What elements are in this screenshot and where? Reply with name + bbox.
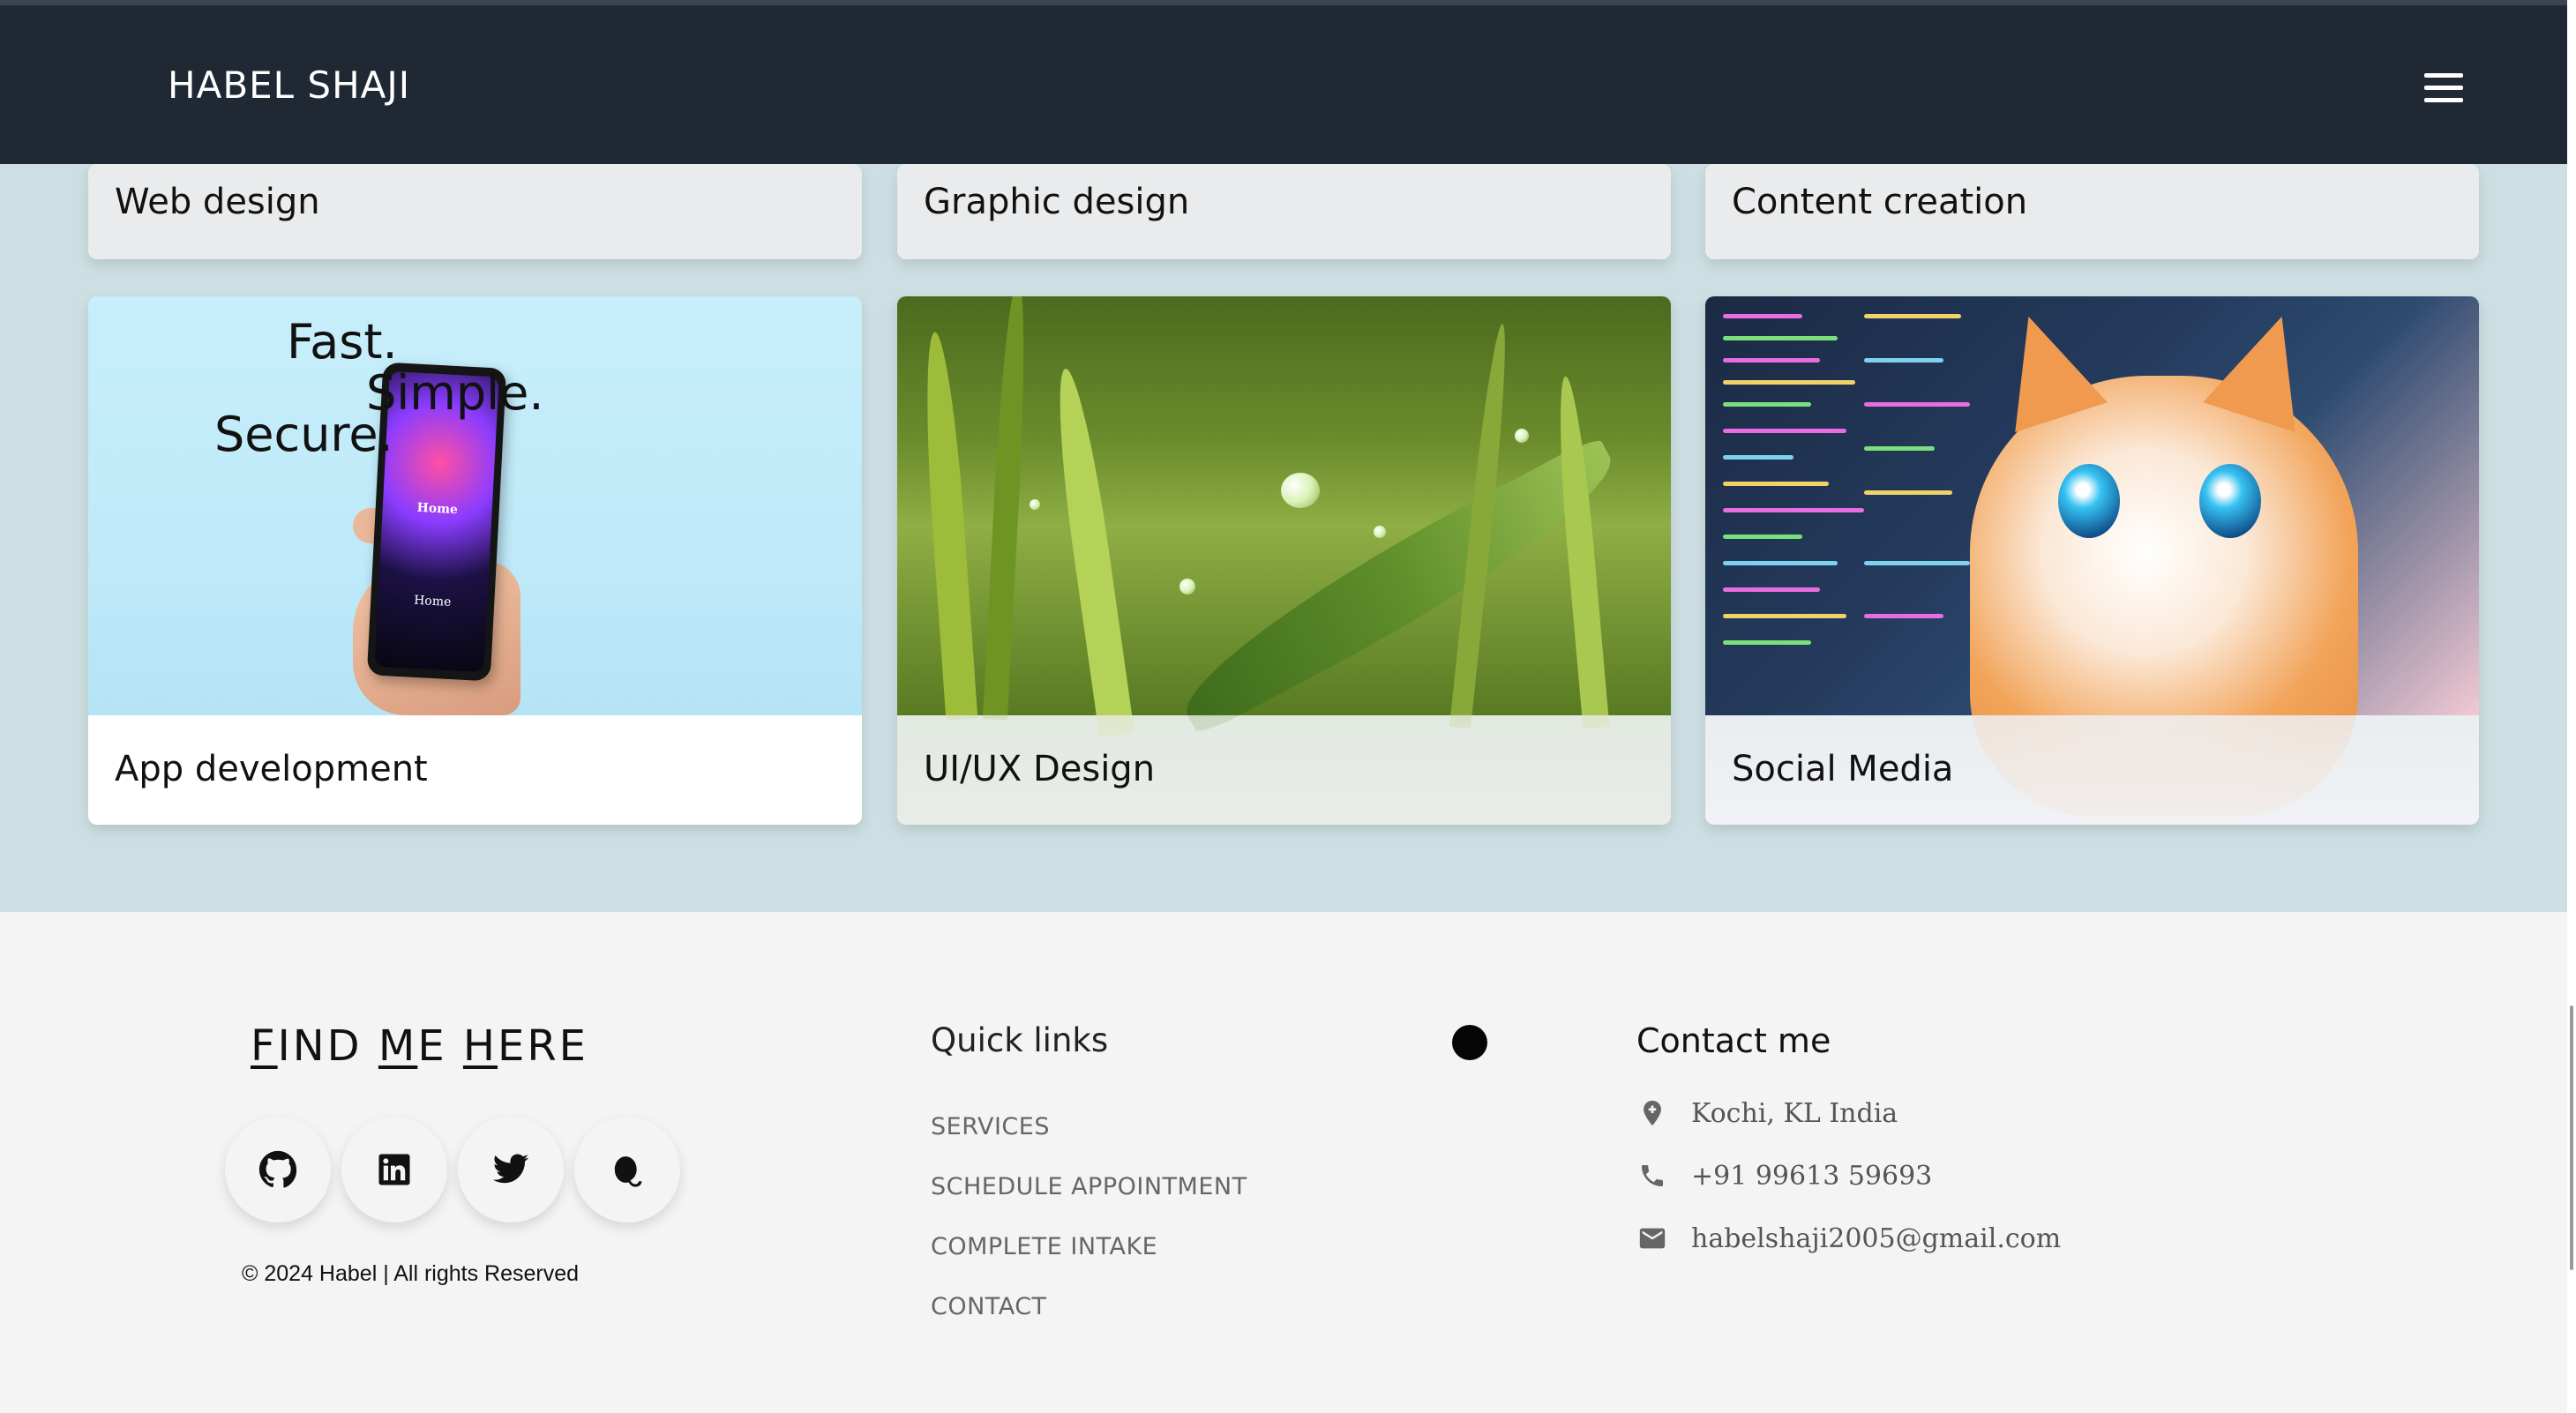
title-letter: M [378, 1021, 418, 1071]
code-line [1723, 314, 1802, 318]
slogan-secure: Secure. [214, 407, 393, 462]
grass-dew-image [897, 296, 1671, 738]
quick-link-schedule-appointment[interactable]: SCHEDULE APPOINTMENT [931, 1173, 1247, 1200]
quora-icon [614, 1156, 642, 1187]
quick-link-services[interactable]: SERVICES [931, 1113, 1050, 1140]
service-card-label: Graphic design [924, 182, 1190, 222]
contact-location-text: Kochi, KL India [1691, 1097, 1898, 1129]
code-line [1864, 614, 1943, 618]
title-part: ERE [498, 1021, 589, 1071]
brand-logo[interactable]: HABEL SHAJI [168, 64, 410, 107]
service-card-app-development[interactable]: Fast. Home Home Simple. Secure. App deve… [88, 296, 862, 825]
code-line [1864, 561, 1970, 565]
code-line [1864, 402, 1970, 407]
phone-screen-subtitle: Home [413, 593, 452, 609]
hamburger-bar [2424, 98, 2463, 102]
kitten-coding-image [1705, 296, 2479, 817]
twitter-icon [492, 1154, 529, 1184]
code-line [1864, 446, 1935, 451]
dew-drop [1281, 473, 1320, 508]
title-part: E [417, 1021, 463, 1071]
service-card-label: Content creation [1732, 182, 2028, 222]
service-card-label: Social Media [1732, 749, 1954, 789]
code-line [1723, 587, 1820, 592]
app-development-image: Fast. Home Home Simple. Secure. [88, 296, 862, 715]
contact-email-text[interactable]: habelshaji2005@gmail.com [1691, 1223, 2061, 1254]
code-line [1723, 508, 1864, 512]
hamburger-bar [2424, 86, 2463, 90]
quick-link-complete-intake[interactable]: COMPLETE INTAKE [931, 1233, 1157, 1260]
window-top-border [0, 0, 2567, 5]
grass-blade [1552, 375, 1610, 729]
service-card-content-creation[interactable]: Content creation [1705, 164, 2479, 259]
code-line [1723, 380, 1855, 385]
github-button[interactable] [225, 1117, 331, 1222]
twitter-button[interactable] [458, 1117, 564, 1222]
location-pin-icon [1636, 1097, 1668, 1129]
service-card-web-design[interactable]: Web design [88, 164, 862, 259]
quora-button[interactable] [574, 1117, 680, 1222]
find-me-title: FIND ME HERE [251, 1021, 588, 1071]
grass-blade [982, 296, 1031, 721]
navbar: HABEL SHAJI [0, 5, 2567, 164]
code-line [1723, 482, 1829, 486]
dew-drop [1030, 499, 1040, 510]
contact-email[interactable]: habelshaji2005@gmail.com [1636, 1219, 2061, 1258]
quick-link-contact[interactable]: CONTACT [931, 1293, 1047, 1320]
hamburger-menu-icon[interactable] [2424, 73, 2463, 103]
quick-links-title: Quick links [931, 1021, 1109, 1059]
phone-icon [1636, 1160, 1668, 1192]
service-card-label: App development [115, 749, 428, 789]
linkedin-icon [378, 1154, 410, 1185]
dew-drop [1374, 526, 1386, 538]
contact-phone-text[interactable]: +91 99613 59693 [1691, 1161, 1932, 1192]
footer: FIND ME HERE © 2024 Habel | All rights R… [0, 912, 2567, 1413]
mail-icon [1636, 1222, 1668, 1254]
code-line [1723, 561, 1838, 565]
contact-phone[interactable]: +91 99613 59693 [1636, 1156, 1932, 1195]
service-card-graphic-design[interactable]: Graphic design [897, 164, 1671, 259]
scrollbar-thumb[interactable] [2570, 1006, 2573, 1270]
code-line [1723, 640, 1811, 645]
copyright-text: © 2024 Habel | All rights Reserved [242, 1261, 580, 1286]
linkedin-button[interactable] [341, 1117, 447, 1222]
code-line [1723, 614, 1846, 618]
dew-drop [1515, 429, 1529, 443]
dew-drop [1179, 579, 1195, 594]
contact-title: Contact me [1636, 1021, 1831, 1060]
services-section: Web design Graphic design Content creati… [0, 164, 2567, 912]
page-scrollbar[interactable] [2567, 0, 2576, 1413]
title-part: IND [277, 1021, 378, 1071]
grass-blade [918, 331, 978, 721]
contact-location: Kochi, KL India [1636, 1094, 1898, 1133]
slogan-fast: Fast. [287, 314, 398, 370]
code-line [1723, 358, 1820, 363]
code-line [1723, 455, 1793, 460]
title-letter: F [251, 1021, 278, 1071]
service-card-social-media[interactable]: Social Media [1705, 296, 2479, 825]
code-line [1864, 490, 1952, 495]
code-line [1723, 336, 1838, 340]
kitten-eye [2058, 464, 2120, 538]
github-icon [258, 1150, 297, 1188]
code-line [1864, 358, 1943, 363]
service-card-ui-ux-design[interactable]: UI/UX Design [897, 296, 1671, 825]
phone-screen-title: Home [416, 500, 459, 518]
service-card-label: Web design [115, 182, 320, 222]
code-line [1723, 429, 1846, 433]
code-line [1723, 402, 1811, 407]
grass-blade [1047, 366, 1135, 738]
service-card-label: UI/UX Design [924, 749, 1156, 789]
hamburger-bar [2424, 73, 2463, 78]
title-letter: H [462, 1021, 498, 1071]
kitten-eye [2199, 464, 2261, 538]
cursor-dot [1452, 1025, 1487, 1060]
code-line [1864, 314, 1961, 318]
code-line [1723, 535, 1802, 539]
page: HABEL SHAJI Web design Graphic design Co… [0, 0, 2567, 1413]
